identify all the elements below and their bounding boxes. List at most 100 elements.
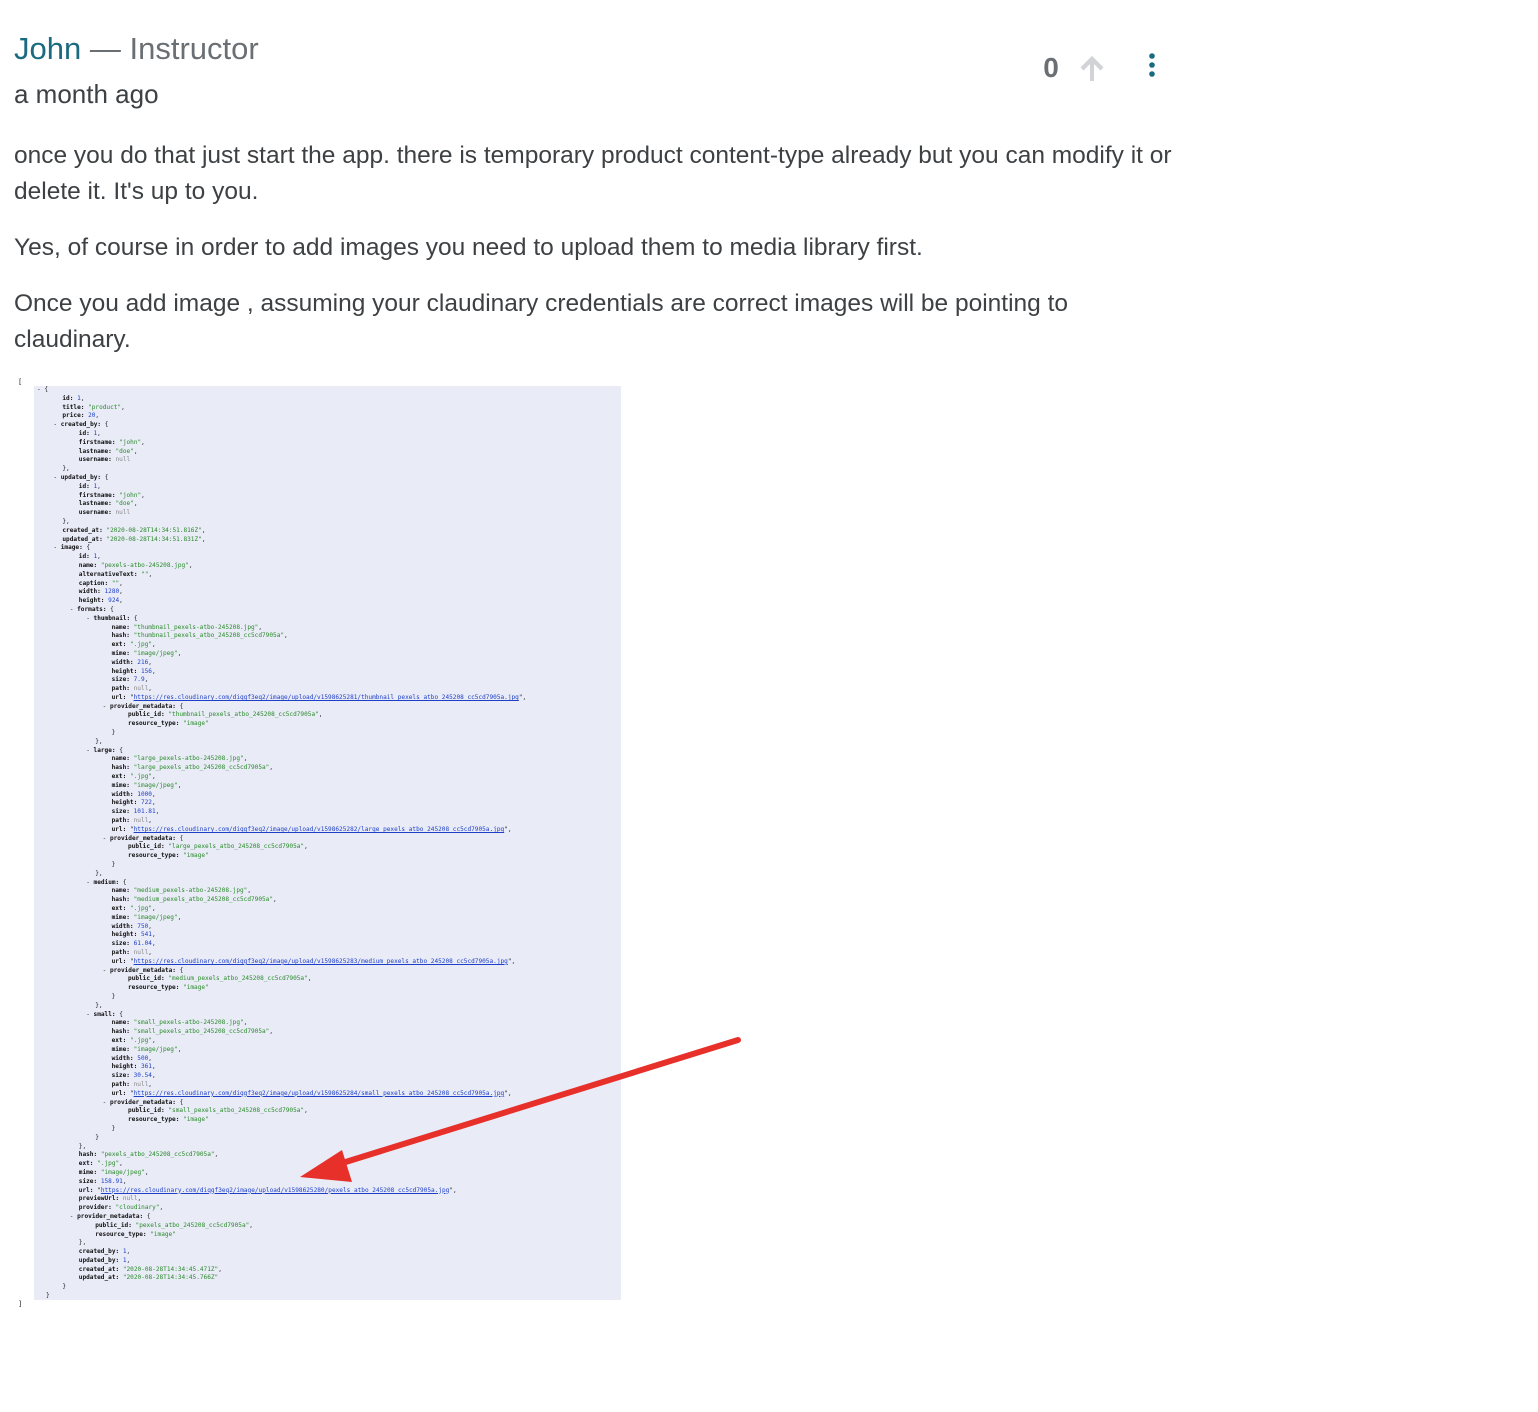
json-token: { <box>179 1098 184 1106</box>
json-token: , <box>97 553 101 561</box>
json-line: height: 722, <box>34 799 624 808</box>
json-token: , <box>177 649 182 657</box>
json-line: resource_type: "image" <box>34 1116 624 1125</box>
collapse-toggle[interactable]: - <box>86 747 93 754</box>
collapse-toggle[interactable]: - <box>103 835 110 842</box>
json-line: hash: "large_pexels_atbo_245208_cc5cd790… <box>34 764 624 773</box>
json-token: ".jpg" <box>129 1036 152 1044</box>
json-line: hash: "small_pexels_atbo_245208_cc5cd790… <box>34 1028 624 1037</box>
json-line: ext: ".jpg", <box>34 773 624 782</box>
comment-body: once you do that just start the app. the… <box>14 138 1174 358</box>
json-url-link[interactable]: https://res.cloudinary.com/diqgf3eq2/ima… <box>134 1090 505 1097</box>
json-token: "image/jpeg" <box>133 913 178 921</box>
json-token: 7.9 <box>133 676 145 684</box>
json-token: created_at: <box>78 1265 123 1273</box>
collapse-toggle[interactable]: - <box>103 967 110 974</box>
json-token: , <box>151 641 156 649</box>
json-token: ext: <box>111 905 130 913</box>
collapse-toggle[interactable]: - <box>103 703 110 710</box>
json-line: url: "https://res.cloudinary.com/diqgf3e… <box>34 958 624 967</box>
json-token: { <box>133 614 138 622</box>
json-line: created_at: "2020-08-28T14:34:45.471Z", <box>34 1266 624 1275</box>
json-url-link[interactable]: https://res.cloudinary.com/diqgf3eq2/ima… <box>134 958 508 965</box>
json-token: , <box>133 447 138 455</box>
json-url-link[interactable]: https://res.cloudinary.com/diqgf3eq2/ima… <box>134 694 519 701</box>
json-token: "thumbnail_pexels_atbo_245208_cc5cd7905a… <box>168 711 319 719</box>
json-token: null <box>133 949 149 956</box>
collapse-toggle[interactable]: - <box>53 544 60 551</box>
vertical-dots-icon[interactable] <box>1146 52 1158 78</box>
json-token: name: <box>111 623 134 631</box>
collapse-toggle[interactable]: - <box>86 615 93 622</box>
json-token: public_id: <box>128 975 169 983</box>
json-token: created_at: <box>62 526 107 534</box>
collapse-toggle[interactable]: - <box>53 421 60 428</box>
json-token: height: <box>111 799 141 807</box>
json-token: name: <box>111 755 134 763</box>
json-token: 101.81 <box>133 808 156 816</box>
json-line: - provider_metadata: { <box>34 835 624 844</box>
json-line: title: "product", <box>34 404 624 413</box>
json-line: resource_type: "image" <box>34 1231 624 1240</box>
json-line: - formats: { <box>34 606 624 615</box>
json-token: url: <box>111 957 130 965</box>
json-token: } <box>46 1292 50 1300</box>
json-token: "medium_pexels_atbo_245208_cc5cd7905a" <box>168 975 308 983</box>
arrow-up-icon[interactable] <box>1078 53 1106 83</box>
json-token: ", <box>504 825 512 833</box>
json-token: 541 <box>140 931 152 939</box>
json-token: "john" <box>119 491 142 499</box>
json-line: mime: "image/jpeg", <box>34 1046 624 1055</box>
json-token: price: <box>62 412 89 420</box>
json-token: { <box>119 746 123 754</box>
json-token: , <box>95 412 100 420</box>
comment-post: John — Instructor a month ago once you d… <box>14 26 1174 378</box>
json-line: } <box>34 1283 624 1292</box>
collapse-toggle[interactable]: - <box>103 1099 110 1106</box>
json-token: thumbnail: <box>93 614 134 622</box>
json-line: url: "https://res.cloudinary.com/diqgf3e… <box>34 1090 624 1099</box>
json-token: "2020-08-28T14:34:45.471Z" <box>122 1265 219 1273</box>
json-token: path: <box>111 817 134 825</box>
json-token: , <box>243 755 248 763</box>
json-token: path: <box>111 1080 134 1088</box>
collapse-toggle[interactable]: - <box>86 1011 93 1018</box>
json-line: public_id: "small_pexels_atbo_245208_cc5… <box>34 1107 624 1116</box>
json-url-link[interactable]: https://res.cloudinary.com/diqgf3eq2/ima… <box>101 1187 450 1194</box>
json-line: width: 1000, <box>34 791 624 800</box>
json-token: "cloudinary" <box>115 1204 160 1212</box>
json-token: mime: <box>111 1045 134 1053</box>
author-name-link[interactable]: John <box>14 31 81 66</box>
json-token: width: <box>111 658 138 666</box>
json-token: ".jpg" <box>129 773 152 781</box>
collapse-toggle[interactable]: - <box>86 879 93 886</box>
comment-paragraph: once you do that just start the app. the… <box>14 142 1172 205</box>
json-token: small: <box>93 1010 120 1018</box>
json-token: height: <box>111 667 141 675</box>
json-token: width: <box>78 588 105 596</box>
vote-controls: 0 <box>1040 50 1106 86</box>
json-token: public_id: <box>128 843 169 851</box>
json-line: - small: { <box>34 1011 624 1020</box>
json-token: , <box>151 1036 156 1044</box>
json-token: ext: <box>111 1036 130 1044</box>
json-token: "image" <box>183 984 209 992</box>
json-token: , <box>133 500 138 508</box>
json-token: "2020-08-28T14:34:51.831Z" <box>106 535 202 543</box>
json-token: { <box>104 473 109 481</box>
json-token: { <box>146 1212 151 1220</box>
json-token: mime: <box>111 649 134 657</box>
json-url-link[interactable]: https://res.cloudinary.com/diqgf3eq2/ima… <box>134 826 505 833</box>
collapse-toggle[interactable]: - <box>53 474 60 481</box>
json-token: , <box>249 1221 253 1229</box>
json-token: , <box>269 1028 274 1036</box>
comment-paragraph: Once you add image , assuming your claud… <box>14 290 1069 353</box>
json-token: hash: <box>111 896 134 904</box>
json-token: public_id: <box>128 711 169 719</box>
json-token: username: <box>78 456 116 464</box>
json-token: provider_metadata: <box>109 702 180 710</box>
json-token: resource_type: <box>128 984 184 992</box>
json-token: ext: <box>111 773 130 781</box>
json-token: 1280 <box>104 588 120 596</box>
json-token: 500 <box>137 1054 149 1062</box>
